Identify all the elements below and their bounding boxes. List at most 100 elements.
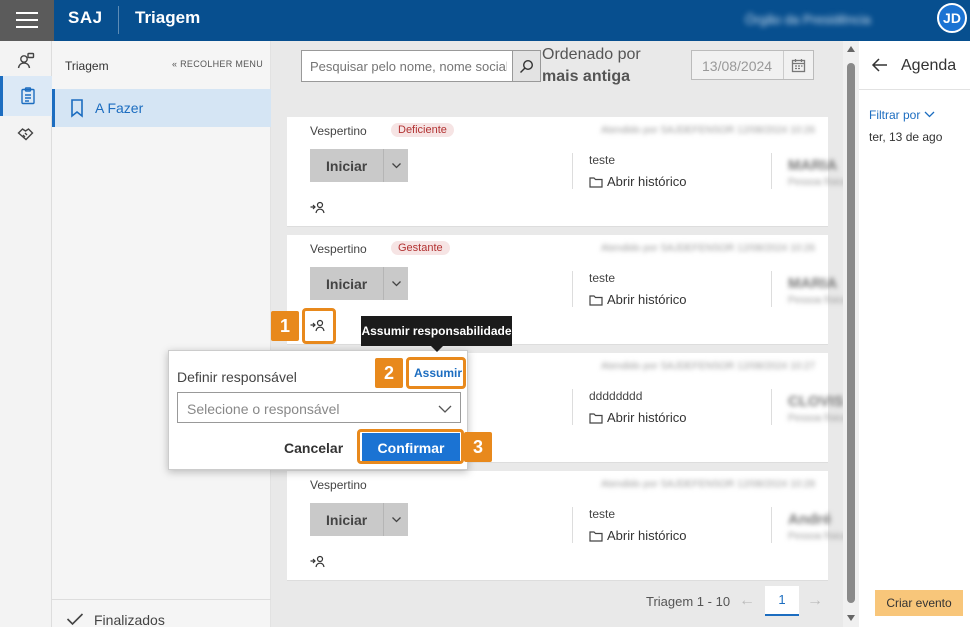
top-bar: SAJ Triagem Órgão da Presidência JD	[0, 0, 970, 41]
arrow-left-icon[interactable]	[871, 57, 889, 73]
arrow-right-icon: →	[807, 592, 823, 609]
priority-tag: Deficiente	[391, 123, 454, 137]
chevron-down-icon[interactable]	[391, 277, 402, 292]
scrollbar-thumb[interactable]	[847, 63, 855, 603]
responsible-select[interactable]: Selecione o responsável	[177, 392, 461, 423]
divider	[572, 507, 573, 543]
collapse-menu-label: RECOLHER MENU	[180, 59, 264, 69]
search-button[interactable]	[512, 51, 540, 81]
open-history-link[interactable]: Abrir histórico	[589, 292, 686, 307]
triage-list-area: Ordenado por mais antiga 13/08/2024 Vesp…	[271, 41, 847, 627]
start-button-label: Iniciar	[326, 512, 368, 528]
nav-item-label: A Fazer	[95, 100, 144, 116]
step-3-badge: 3	[464, 432, 492, 462]
search-icon	[520, 59, 534, 73]
rail-triage-button[interactable]	[0, 76, 52, 116]
open-history-label: Abrir histórico	[607, 410, 687, 425]
assign-person-icon[interactable]	[310, 554, 326, 568]
filter-by-button[interactable]: Filtrar por	[869, 108, 935, 122]
chevron-down-icon	[438, 402, 452, 417]
divider	[859, 89, 970, 90]
arrow-left-icon: ←	[739, 592, 755, 609]
card-note: dddddddd	[589, 389, 643, 403]
search-input[interactable]	[302, 51, 507, 81]
open-history-link[interactable]: Abrir histórico	[589, 528, 686, 543]
calendar-button[interactable]	[783, 51, 813, 79]
brand-logo[interactable]: SAJ	[68, 8, 103, 28]
scroll-down-arrow[interactable]	[847, 615, 855, 621]
nav-item-finalizados[interactable]: Finalizados	[52, 599, 271, 627]
previous-page-button[interactable]: ←	[733, 587, 761, 615]
responsible-field-label: Definir responsável	[177, 369, 297, 385]
open-history-link[interactable]: Abrir histórico	[589, 174, 686, 189]
button-divider	[383, 149, 384, 182]
chevron-down-icon	[924, 111, 935, 118]
person-type: Pessoa física	[788, 413, 848, 424]
date-value: 13/08/2024	[702, 58, 773, 74]
tooltip: Assumir responsabilidade	[361, 316, 512, 352]
pagination-label: Triagem 1 - 10	[646, 594, 731, 609]
start-button-label: Iniciar	[326, 158, 368, 174]
person-name: MARIA	[788, 275, 838, 292]
priority-tag: Gestante	[391, 241, 450, 255]
scroll-up-arrow[interactable]	[847, 46, 855, 52]
rail-attendance-button[interactable]	[0, 41, 52, 81]
chevron-down-icon[interactable]	[391, 159, 402, 174]
card-meta: Atendido por SAJDEFENSOR 12/08/2024 10:2…	[601, 479, 816, 490]
folder-icon	[589, 295, 603, 306]
person-type: Pessoa física	[788, 531, 848, 542]
folder-icon	[589, 413, 603, 424]
checkmark-icon	[66, 613, 84, 626]
open-history-label: Abrir histórico	[607, 292, 687, 307]
card-meta: Atendido por SAJDEFENSOR 12/08/2024 10:2…	[601, 243, 816, 254]
step-3-highlight	[357, 429, 464, 464]
hamburger-menu-button[interactable]	[0, 0, 54, 41]
collapse-menu-button[interactable]: « RECOLHER MENU	[172, 59, 263, 69]
divider	[572, 153, 573, 189]
assign-person-icon[interactable]	[310, 200, 326, 214]
search-box	[301, 50, 541, 82]
button-divider	[383, 503, 384, 536]
chevron-down-icon[interactable]	[391, 513, 402, 528]
divider	[771, 153, 772, 189]
triage-card: Vespertino Deficiente Atendido por SAJDE…	[287, 117, 847, 227]
person-name: André	[788, 511, 832, 528]
create-event-button[interactable]: Criar evento	[875, 590, 963, 616]
folder-icon	[589, 531, 603, 542]
page-number-button[interactable]: 1	[765, 586, 799, 616]
card-meta: Atendido por SAJDEFENSOR 12/08/2024 10:2…	[601, 125, 816, 136]
module-rail	[0, 41, 52, 627]
cancel-button[interactable]: Cancelar	[284, 440, 343, 456]
step-1-badge: 1	[271, 311, 299, 341]
calendar-icon	[791, 58, 806, 72]
open-history-label: Abrir histórico	[607, 528, 687, 543]
rail-handshake-button[interactable]	[0, 114, 52, 154]
user-avatar[interactable]: JD	[937, 3, 967, 33]
divider	[572, 389, 573, 425]
open-history-link[interactable]: Abrir histórico	[589, 410, 686, 425]
button-divider	[383, 267, 384, 300]
start-button[interactable]: Iniciar	[310, 149, 408, 182]
start-button[interactable]: Iniciar	[310, 503, 408, 536]
date-filter[interactable]: 13/08/2024	[691, 50, 814, 80]
hamburger-line	[16, 19, 38, 21]
card-period: Vespertino	[310, 124, 367, 138]
vertical-scrollbar[interactable]	[843, 41, 859, 627]
sort-value[interactable]: mais antiga	[542, 68, 630, 86]
app-title: Triagem	[135, 8, 201, 27]
nav-item-a-fazer[interactable]: A Fazer	[52, 89, 271, 127]
agenda-title: Agenda	[901, 57, 957, 74]
responsible-select-placeholder: Selecione o responsável	[187, 401, 340, 417]
hamburger-line	[16, 26, 38, 28]
next-page-button[interactable]: →	[801, 587, 829, 615]
agenda-panel: Agenda Filtrar por ter, 13 de ago Criar …	[859, 41, 970, 627]
open-history-label: Abrir histórico	[607, 174, 687, 189]
card-note: teste	[589, 271, 616, 285]
header-divider	[118, 6, 119, 34]
agenda-date: ter, 13 de ago	[869, 130, 943, 144]
clipboard-list-icon	[20, 87, 35, 105]
double-chevron-left-icon: «	[172, 59, 178, 69]
start-button[interactable]: Iniciar	[310, 267, 408, 300]
user-organization: Órgão da Presidência	[745, 12, 871, 27]
start-button-label: Iniciar	[326, 276, 368, 292]
